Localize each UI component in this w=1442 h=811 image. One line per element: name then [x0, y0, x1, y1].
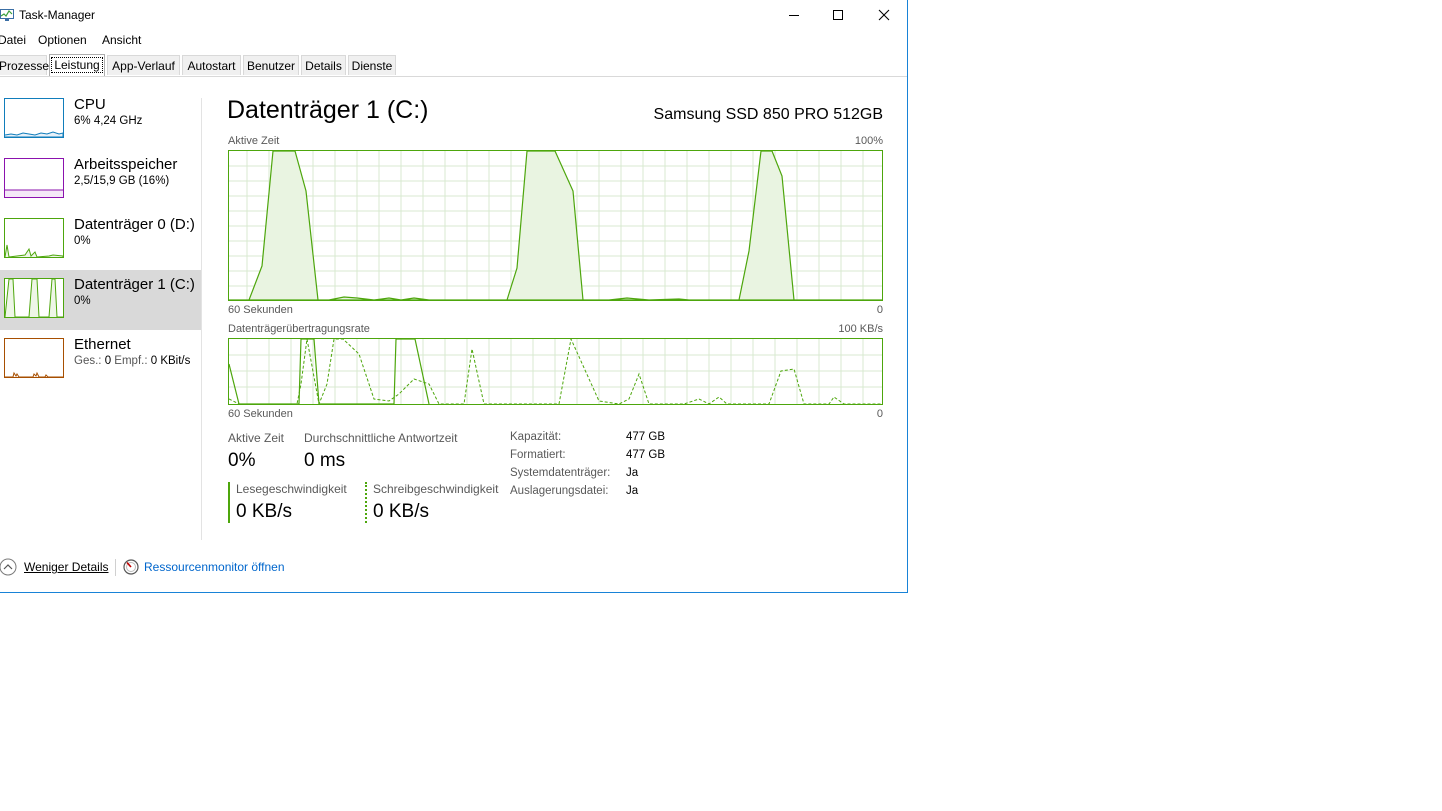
tab-details[interactable]: Details — [301, 55, 346, 75]
tab-label: Details — [305, 59, 342, 73]
device-name: Samsung SSD 850 PRO 512GB — [653, 106, 883, 123]
tab-label: Benutzer — [246, 59, 296, 73]
tab-prozesse[interactable]: Prozesse — [0, 55, 50, 75]
response-time-stat-value: 0 ms — [304, 450, 346, 471]
property-label: Systemdatenträger: — [510, 467, 611, 479]
memory-thumbnail-graph — [4, 158, 64, 198]
write-speed-legend-bar — [365, 482, 367, 523]
graph2-time-label: 60 Sekunden — [228, 408, 293, 420]
ethernet-send-label: Ges.: — [74, 355, 102, 367]
active-time-graph — [228, 150, 883, 301]
ethernet-recv-label: Empf.: — [114, 355, 148, 367]
resource-monitor-link[interactable]: Ressourcenmonitor öffnen — [144, 560, 285, 574]
write-speed-label: Schreibgeschwindigkeit — [373, 482, 499, 496]
property-value: 477 GB — [626, 431, 665, 443]
tab-benutzer[interactable]: Benutzer — [243, 55, 299, 75]
sidebar-item-subtitle: 2,5/15,9 GB (16%) — [74, 175, 170, 187]
graph2-max-label: 100 KB/s — [838, 323, 883, 335]
sidebar-item-title: Arbeitsspeicher — [74, 156, 178, 173]
graph2-label: Datenträgerübertragungsrate — [228, 323, 370, 335]
footer-separator — [115, 559, 116, 576]
tab-autostart[interactable]: Autostart — [182, 55, 241, 75]
resource-monitor-icon[interactable] — [123, 559, 139, 580]
minimize-icon — [789, 15, 799, 16]
close-button[interactable] — [861, 0, 907, 30]
menu-optionen-label: Optionen — [38, 33, 87, 47]
minimize-button[interactable] — [771, 0, 817, 30]
menu-ansicht-label: Ansicht — [102, 33, 142, 47]
write-speed-value: 0 KB/s — [373, 501, 429, 522]
sidebar-item-subtitle: 0% — [74, 295, 91, 307]
maximize-button[interactable] — [815, 0, 861, 30]
tab-bar: Prozesse Leistung App-Verlauf Autostart … — [0, 54, 907, 77]
active-time-stat-value: 0% — [228, 450, 256, 471]
sidebar-item-disk-0[interactable]: Datenträger 0 (D:) 0% — [0, 210, 201, 270]
transfer-rate-graph — [228, 338, 883, 405]
fewer-details-label: Weniger Details — [24, 560, 109, 574]
chevron-up-icon[interactable] — [0, 558, 18, 581]
close-icon — [878, 9, 890, 21]
property-label: Formatiert: — [510, 449, 566, 461]
tab-label: App-Verlauf — [112, 59, 175, 73]
tab-leistung[interactable]: Leistung — [49, 54, 105, 76]
graph2-min-label: 0 — [876, 408, 883, 420]
sidebar-item-subtitle: 0% — [74, 235, 91, 247]
ethernet-thumbnail-graph — [4, 338, 64, 378]
tab-dienste[interactable]: Dienste — [348, 55, 396, 75]
graph1-label: Aktive Zeit — [228, 135, 280, 147]
page-title: Datenträger 1 (C:) — [227, 96, 429, 124]
tab-app-verlauf[interactable]: App-Verlauf — [107, 55, 180, 75]
sidebar-item-subtitle: 6% 4,24 GHz — [74, 115, 143, 127]
graph1-max-label: 100% — [854, 135, 883, 147]
ethernet-recv-value: 0 KBit/s — [150, 355, 191, 367]
property-value: 477 GB — [626, 449, 665, 461]
sidebar-item-title: CPU — [74, 96, 106, 113]
cpu-thumbnail-graph — [4, 98, 64, 138]
read-speed-value: 0 KB/s — [236, 501, 292, 522]
sidebar-item-ethernet[interactable]: Ethernet Ges.: 0 Empf.: 0 KBit/s — [0, 330, 201, 390]
tab-label: Prozesse — [0, 59, 50, 73]
tab-label: Dienste — [351, 59, 393, 73]
sidebar-item-title: Datenträger 1 (C:) — [74, 276, 195, 293]
maximize-icon — [833, 10, 843, 20]
title-bar: Task-Manager — [0, 0, 907, 30]
ethernet-send-value: 0 — [104, 355, 112, 367]
window-title: Task-Manager — [19, 8, 96, 22]
read-speed-legend-bar — [228, 482, 230, 523]
menu-ansicht[interactable]: Ansicht — [102, 33, 141, 47]
disk0-thumbnail-graph — [4, 218, 64, 258]
tab-label: Autostart — [187, 59, 236, 73]
property-label: Kapazität: — [510, 431, 562, 443]
tab-label: Leistung — [51, 57, 103, 73]
sidebar-item-memory[interactable]: Arbeitsspeicher 2,5/15,9 GB (16%) — [0, 150, 201, 210]
property-value: Ja — [626, 485, 639, 497]
sidebar-item-subtitle: Ges.: 0 Empf.: 0 KBit/s — [74, 355, 190, 367]
menu-datei-label: Datei — [0, 33, 27, 47]
property-label: Auslagerungsdatei: — [510, 485, 609, 497]
sidebar-item-cpu[interactable]: CPU 6% 4,24 GHz — [0, 90, 201, 150]
graph1-time-label: 60 Sekunden — [228, 304, 293, 316]
sidebar-item-title: Ethernet — [74, 336, 131, 353]
response-time-stat-label: Durchschnittliche Antwortzeit — [304, 431, 458, 445]
fewer-details-button[interactable]: Weniger Details — [24, 560, 108, 574]
task-manager-app-icon — [0, 8, 14, 21]
sidebar-item-title: Datenträger 0 (D:) — [74, 216, 195, 233]
menu-optionen[interactable]: Optionen — [38, 33, 87, 47]
sidebar-divider — [201, 98, 202, 540]
read-speed-label: Lesegeschwindigkeit — [236, 482, 347, 496]
sidebar-item-disk-1[interactable]: Datenträger 1 (C:) 0% — [0, 270, 201, 330]
graph1-min-label: 0 — [876, 304, 883, 316]
property-value: Ja — [626, 467, 639, 479]
menu-datei[interactable]: DDatei — [0, 33, 26, 47]
task-manager-window: Task-Manager DDatei Optionen Ansicht Pro… — [0, 0, 908, 593]
active-time-stat-label: Aktive Zeit — [228, 431, 285, 445]
disk1-thumbnail-graph — [4, 278, 64, 318]
